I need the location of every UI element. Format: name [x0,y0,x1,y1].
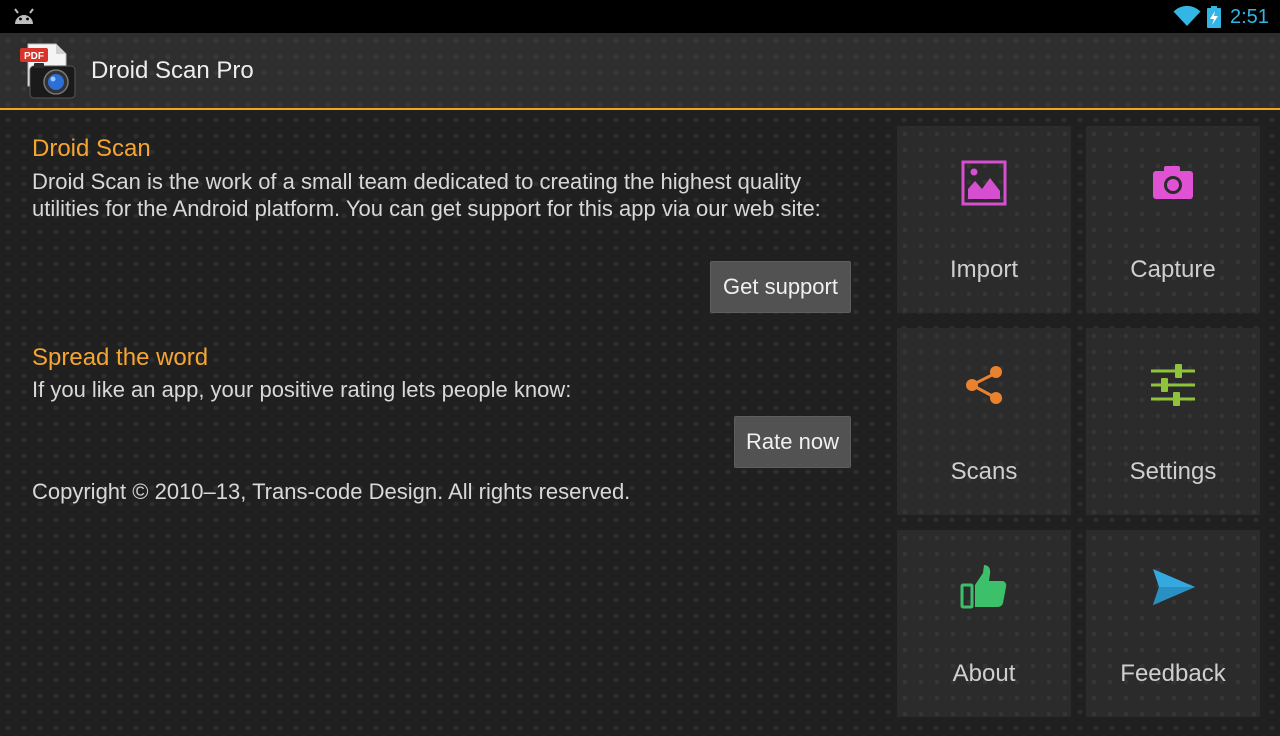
import-tile[interactable]: Import [897,126,1071,313]
pdf-badge-text: PDF [24,51,44,62]
pdf-camera-app-icon[interactable]: PDF [18,42,78,105]
wifi-icon [1173,5,1201,32]
tile-label-feedback: Feedback [1120,660,1226,687]
tile-label-settings: Settings [1129,458,1217,485]
app-title: Droid Scan Pro [91,57,254,84]
android-debug-icon [12,7,36,30]
tile-label-import: Import [949,256,1018,283]
tile-label-scans: Scans [950,458,1018,485]
get-support-button[interactable]: Get support [710,261,851,313]
settings-tile[interactable]: Settings [1086,328,1260,515]
section-title-droid-scan: Droid Scan [32,135,151,162]
rate-now-button[interactable]: Rate now [734,416,851,468]
action-bar: PDF Droid Scan Pro [0,33,1280,110]
scans-tile[interactable]: Scans [897,328,1071,515]
feedback-tile[interactable]: Feedback [1086,530,1260,717]
about-tile[interactable]: About [897,530,1071,717]
sliders-icon [1151,364,1195,406]
status-bar: 2:51 [0,0,1280,33]
battery-charging-icon [1207,6,1221,33]
tile-label-capture: Capture [1130,256,1216,283]
image-icon [961,160,1007,206]
camera-icon [1153,166,1193,199]
thumbs-up-icon [960,565,1007,609]
copyright-text: Copyright © 2010–13, Trans-code Design. … [32,479,631,504]
capture-tile[interactable]: Capture [1086,126,1260,313]
share-icon [966,366,1002,404]
tile-label-about: About [952,660,1016,687]
send-icon [1153,569,1195,605]
section-body-droid-scan: Droid Scan is the work of a small team d… [32,169,821,221]
screen: 2:51 PDF Droid Scan Pro Droid Scan Droid… [0,0,1280,736]
section-title-spread-the-word: Spread the word [32,344,209,371]
status-clock: 2:51 [1230,6,1269,28]
section-body-spread-the-word: If you like an app, your positive rating… [32,377,572,402]
